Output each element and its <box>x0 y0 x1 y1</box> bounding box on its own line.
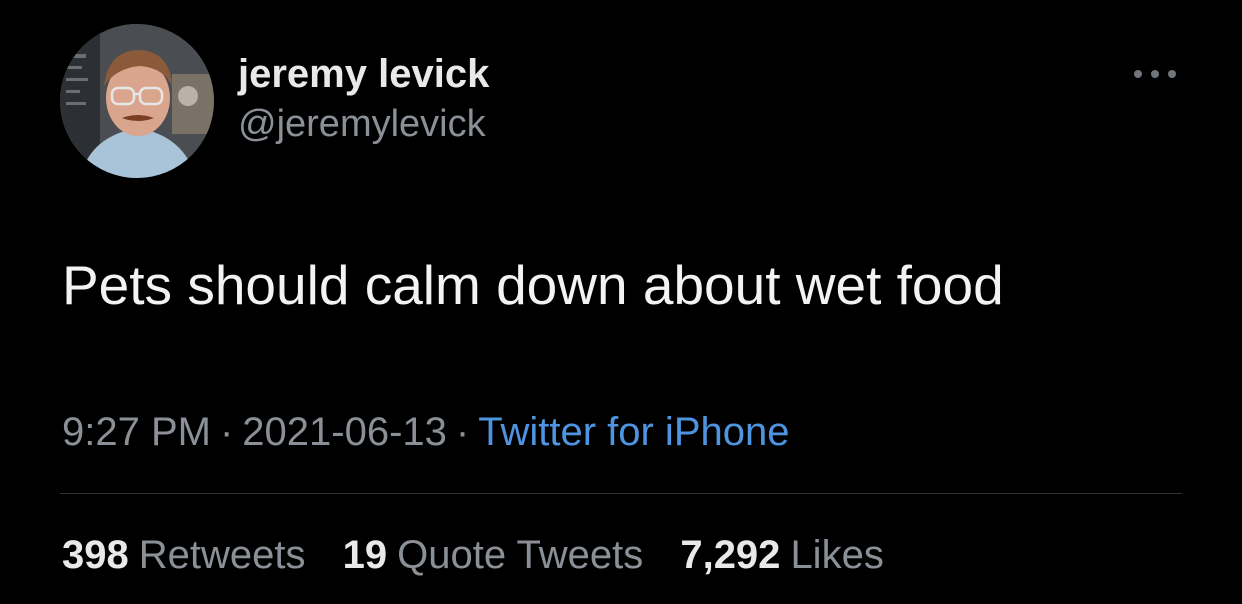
quote-tweets-stat[interactable]: 19 Quote Tweets <box>343 531 644 579</box>
tweet-card: jeremy levick @jeremylevick Pets should … <box>0 0 1242 604</box>
likes-label: Likes <box>790 533 884 577</box>
profile-photo-icon <box>60 24 214 178</box>
divider <box>60 493 1182 494</box>
more-options-button[interactable] <box>1132 64 1178 84</box>
avatar[interactable] <box>60 24 214 178</box>
retweets-stat[interactable]: 398 Retweets <box>62 531 306 579</box>
retweets-count: 398 <box>62 533 129 577</box>
tweet-date[interactable]: 2021-06-13 <box>242 410 447 454</box>
engagement-stats: 398 Retweets 19 Quote Tweets 7,292 Likes <box>62 531 910 579</box>
author-block: jeremy levick @jeremylevick <box>238 52 489 146</box>
retweets-label: Retweets <box>138 533 306 577</box>
ellipsis-icon <box>1134 70 1176 78</box>
meta-separator-2: · <box>455 410 470 454</box>
tweet-meta: 9:27 PM · 2021-06-13 · Twitter for iPhone <box>62 408 789 456</box>
likes-count: 7,292 <box>680 533 781 577</box>
tweet-source-link[interactable]: Twitter for iPhone <box>478 410 789 454</box>
likes-stat[interactable]: 7,292 Likes <box>680 531 884 579</box>
user-handle[interactable]: @jeremylevick <box>238 102 489 146</box>
quote-tweets-label: Quote Tweets <box>397 533 644 577</box>
display-name[interactable]: jeremy levick <box>238 52 489 96</box>
tweet-text: Pets should calm down about wet food <box>62 254 1004 316</box>
quote-tweets-count: 19 <box>342 533 388 577</box>
tweet-time[interactable]: 9:27 PM <box>62 410 211 454</box>
meta-separator: · <box>219 410 234 454</box>
